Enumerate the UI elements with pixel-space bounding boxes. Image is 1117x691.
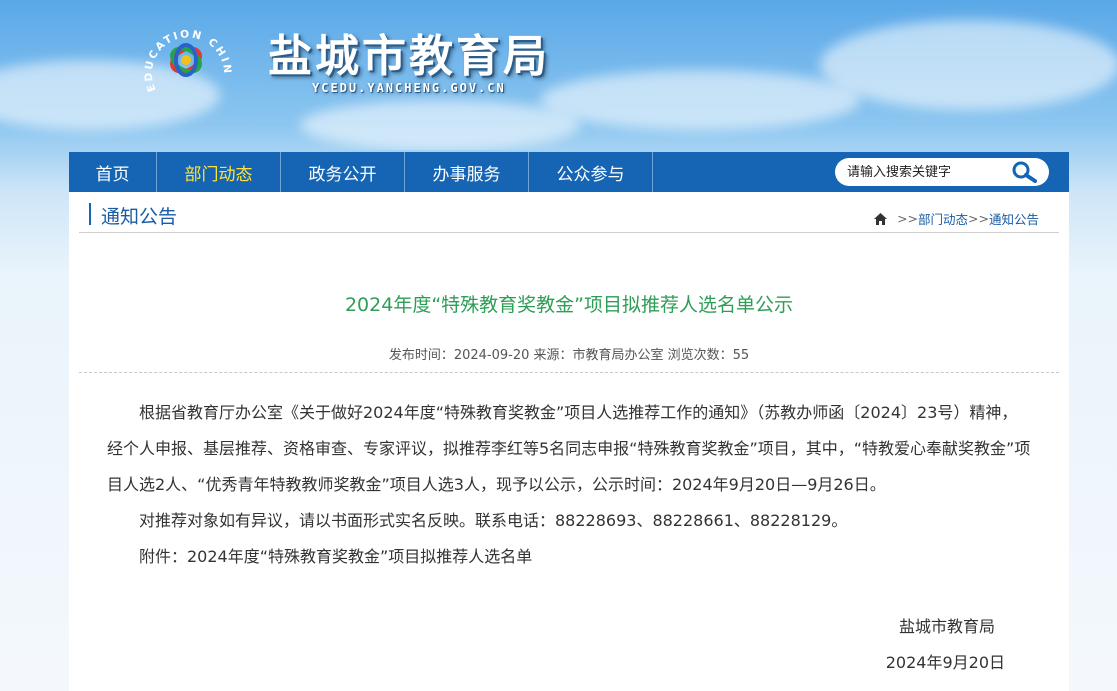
breadcrumb: >> 部门动态 >> 通知公告 — [874, 209, 1039, 228]
search-icon[interactable] — [1009, 160, 1041, 184]
main-nav: 首页 部门动态 政务公开 办事服务 公众参与 — [69, 152, 1069, 192]
breadcrumb-link-department-news[interactable]: 部门动态 — [918, 209, 968, 228]
breadcrumb-separator: >> — [897, 211, 919, 226]
article-meta: 发布时间：2024-09-20 来源：市教育局办公室 浏览次数：55 — [388, 348, 750, 363]
article-paragraph: 对推荐对象如有异议，请以书面形式实名反映。联系电话：88228693、88228… — [139, 511, 848, 530]
breadcrumb-link-notices[interactable]: 通知公告 — [989, 209, 1039, 228]
article-paragraph: 根据省教育厅办公室《关于做好2024年度“特殊教育奖教金”项目人选推荐工作的通知… — [107, 403, 1031, 494]
main-content: 通知公告 >> 部门动态 >> 通知公告 2024年度“特殊教育奖教金”项目拟推… — [69, 192, 1069, 691]
nav-item-public-participation[interactable]: 公众参与 — [529, 152, 653, 192]
search-box — [835, 158, 1049, 186]
section-header: 通知公告 >> 部门动态 >> 通知公告 — [79, 192, 1059, 233]
site-logo-icon[interactable]: EDUCATION CHINA YANCHENG — [138, 12, 238, 104]
article-title: 2024年度“特殊教育奖教金”项目拟推荐人选名单公示 — [344, 294, 794, 316]
section-title: 通知公告 — [101, 206, 178, 228]
nav-item-services[interactable]: 办事服务 — [405, 152, 529, 192]
meta-divider — [79, 372, 1059, 373]
nav-item-government-affairs[interactable]: 政务公开 — [281, 152, 405, 192]
article-body: 根据省教育厅办公室《关于做好2024年度“特殊教育奖教金”项目人选推荐工作的通知… — [107, 395, 1032, 575]
nav-item-department-news[interactable]: 部门动态 — [157, 152, 281, 192]
search-input[interactable] — [847, 164, 1007, 180]
breadcrumb-separator: >> — [968, 211, 989, 226]
site-domain: YCEDU.YANCHENG.GOV.CN — [312, 81, 506, 95]
svg-text:EDUCATION CHINA YANCHENG: EDUCATION CHINA YANCHENG — [138, 12, 233, 93]
site-header: EDUCATION CHINA YANCHENG 盐城市教育局 YCEDU.YA… — [0, 0, 1117, 152]
logo-ring-text: EDUCATION CHINA YANCHENG — [138, 12, 231, 93]
nav-item-home[interactable]: 首页 — [69, 152, 157, 192]
site-title: 盐城市教育局 — [268, 31, 550, 82]
home-icon[interactable] — [874, 212, 888, 225]
section-marker — [89, 203, 91, 225]
article-sign-date: 2024年9月20日 — [885, 653, 1005, 672]
article-attachment[interactable]: 附件：2024年度“特殊教育奖教金”项目拟推荐人选名单 — [107, 539, 1032, 575]
article-signer: 盐城市教育局 — [898, 617, 995, 636]
